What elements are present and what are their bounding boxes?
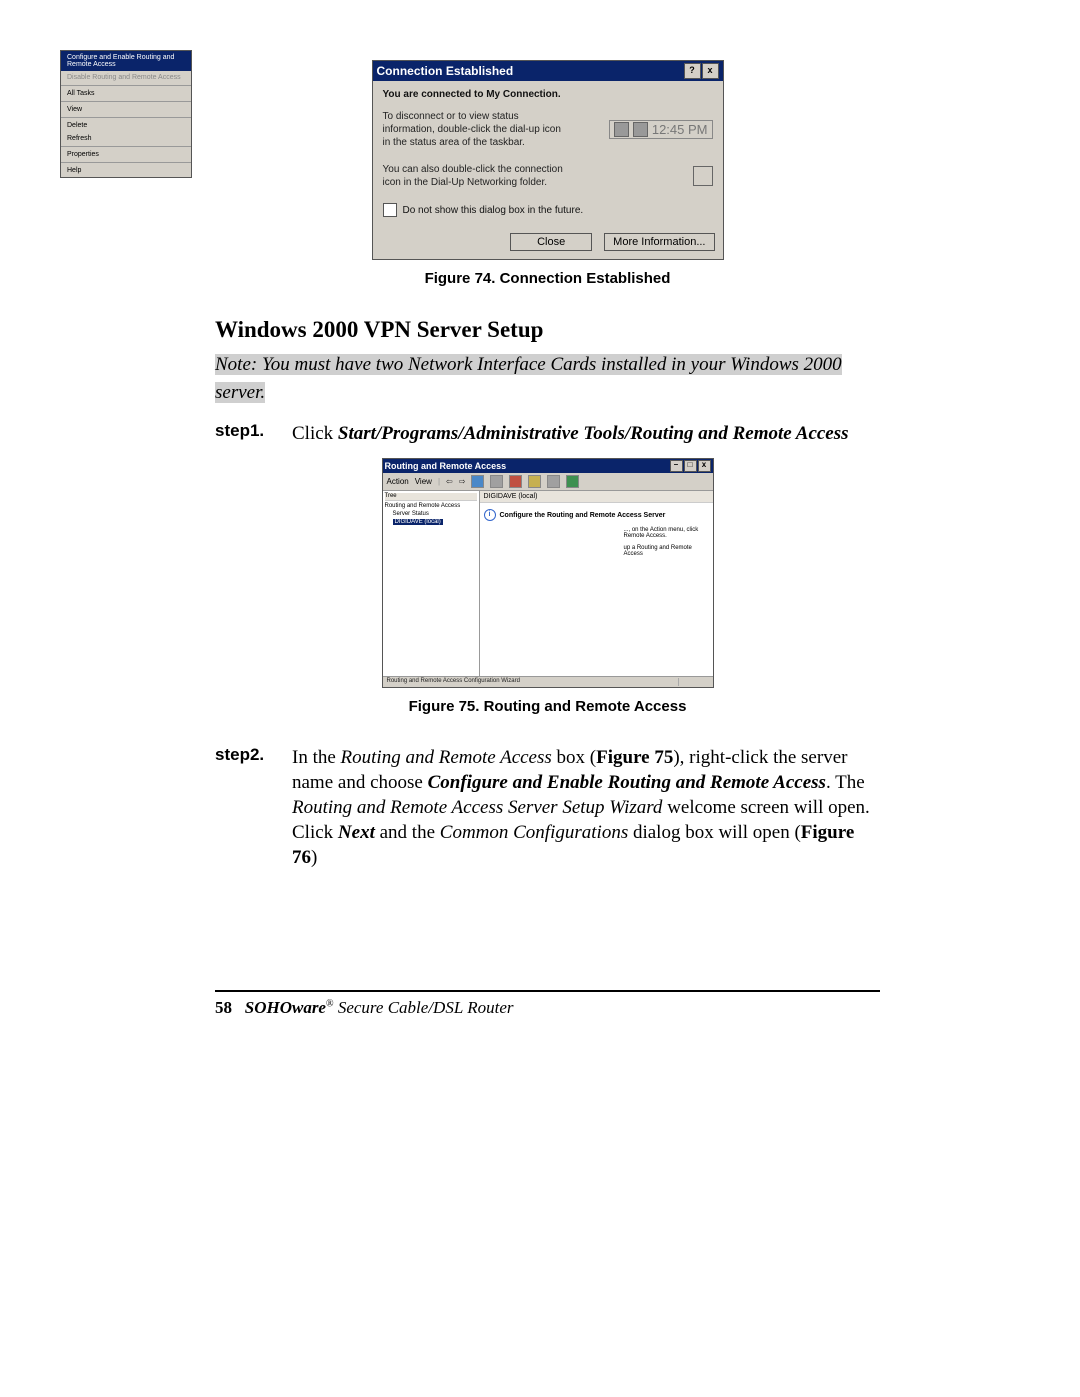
toolbar-delete-icon[interactable] <box>509 475 522 488</box>
rra-max-icon[interactable]: □ <box>684 460 697 472</box>
step2-t8: ) <box>311 847 317 868</box>
step2-b1: Figure 75 <box>596 747 673 768</box>
tray-time: 12:45 PM <box>652 122 708 137</box>
rra-close-icon[interactable]: x <box>698 460 711 472</box>
dun-hint: You can also double-click the connection… <box>383 163 568 189</box>
dun-icon <box>693 166 713 186</box>
step1-label: step1. <box>215 421 270 441</box>
more-info-button[interactable]: More Information... <box>604 233 714 251</box>
menu-view[interactable]: View <box>415 477 432 486</box>
rra-content-pane: DIGIDAVE (local) i Configure the Routing… <box>480 491 713 676</box>
toolbar-icon-1[interactable] <box>471 475 484 488</box>
figure75-caption: Figure 75. Routing and Remote Access <box>215 698 880 715</box>
ctx-properties[interactable]: Properties <box>61 148 191 161</box>
toolbar-fwd-icon[interactable]: ⇨ <box>459 477 466 486</box>
step2-it2: Routing and Remote Access Server Setup W… <box>292 797 662 818</box>
tree-server-status[interactable]: Server Status <box>385 511 477 517</box>
ctx-delete[interactable]: Delete <box>61 119 191 132</box>
ctx-help[interactable]: Help <box>61 164 191 177</box>
disconnect-hint: To disconnect or to view status informat… <box>383 110 568 149</box>
rra-titlebar: Routing and Remote Access – □ x <box>383 459 713 473</box>
toolbar-icon-2[interactable] <box>490 475 503 488</box>
taskbar-tray: 12:45 PM <box>609 120 713 139</box>
step2-t1: In the <box>292 747 341 768</box>
step1-path: Start/Programs/Administrative Tools/Rout… <box>338 423 849 444</box>
toolbar-icon-4[interactable] <box>528 475 541 488</box>
step2-t2: box ( <box>552 747 596 768</box>
status-pane <box>678 678 709 686</box>
toolbar-back-icon[interactable]: ⇦ <box>446 477 453 486</box>
ctx-disable: Disable Routing and Remote Access <box>61 71 191 84</box>
rra-status-bar: Routing and Remote Access Configuration … <box>383 676 713 687</box>
hint-line-3: up a Routing and Remote Access <box>624 545 709 557</box>
note-text: Note: You must have two Network Interfac… <box>215 354 842 403</box>
section-heading: Windows 2000 VPN Server Setup <box>215 317 880 343</box>
page-footer: 58 SOHOware® Secure Cable/DSL Router <box>215 990 880 1018</box>
dialog-titlebar: Connection Established ? x <box>373 61 723 81</box>
ctx-refresh[interactable]: Refresh <box>61 132 191 145</box>
tray-network-icon <box>633 122 648 137</box>
tree-server-node[interactable]: DIGIDAVE (local) <box>393 519 443 525</box>
toolbar-icon-5[interactable] <box>547 475 560 488</box>
step2-t7: dialog box will open ( <box>628 822 801 843</box>
rra-tree-pane: Tree Routing and Remote Access Server St… <box>383 491 480 676</box>
tray-volume-icon <box>614 122 629 137</box>
context-menu: Configure and Enable Routing and Remote … <box>60 50 192 178</box>
step2-bi1: Configure and Enable Routing and Remote … <box>428 772 826 793</box>
step1-body: Click Start/Programs/Administrative Tool… <box>292 421 849 446</box>
status-text: Routing and Remote Access Configuration … <box>387 678 520 686</box>
step2-t4: . The <box>826 772 865 793</box>
connection-established-dialog: Connection Established ? x You are conne… <box>372 60 724 260</box>
config-title-text: Configure the Routing and Remote Access … <box>500 512 666 519</box>
registered-icon: ® <box>326 998 334 1009</box>
do-not-show-label: Do not show this dialog box in the futur… <box>403 205 584 216</box>
step2-it3: Common Configurations <box>440 822 628 843</box>
dialog-title: Connection Established <box>377 64 514 78</box>
tree-root[interactable]: Routing and Remote Access <box>385 503 477 509</box>
toolbar-refresh-icon[interactable] <box>566 475 579 488</box>
page-number: 58 <box>215 998 232 1017</box>
figure74-caption: Figure 74. Connection Established <box>215 270 880 287</box>
step2-body: In the Routing and Remote Access box (Fi… <box>292 745 880 870</box>
close-button[interactable]: Close <box>510 233 592 251</box>
step2-t6: and the <box>375 822 440 843</box>
rra-title: Routing and Remote Access <box>385 461 507 471</box>
do-not-show-checkbox[interactable] <box>383 203 397 217</box>
step2-bi2: Next <box>338 822 375 843</box>
step1-pre: Click <box>292 423 338 444</box>
ctx-all-tasks[interactable]: All Tasks <box>61 87 191 100</box>
tree-header: Tree <box>385 493 477 501</box>
step2-it1: Routing and Remote Access <box>341 747 552 768</box>
rra-min-icon[interactable]: – <box>670 460 683 472</box>
close-x-button[interactable]: x <box>702 63 719 79</box>
rra-toolbar: Action View | ⇦ ⇨ <box>383 473 713 491</box>
rra-content-header: DIGIDAVE (local) <box>480 491 713 503</box>
connected-text: You are connected to My Connection. <box>383 89 713 100</box>
help-button[interactable]: ? <box>684 63 701 79</box>
ctx-configure-enable[interactable]: Configure and Enable Routing and Remote … <box>61 51 191 71</box>
info-icon: i <box>484 509 496 521</box>
ctx-view[interactable]: View <box>61 103 191 116</box>
footer-brand: SOHOware <box>245 998 326 1017</box>
routing-remote-access-window: Routing and Remote Access – □ x Action V… <box>382 458 714 688</box>
footer-product: Secure Cable/DSL Router <box>334 998 514 1017</box>
menu-action[interactable]: Action <box>387 477 409 486</box>
step2-label: step2. <box>215 745 270 765</box>
